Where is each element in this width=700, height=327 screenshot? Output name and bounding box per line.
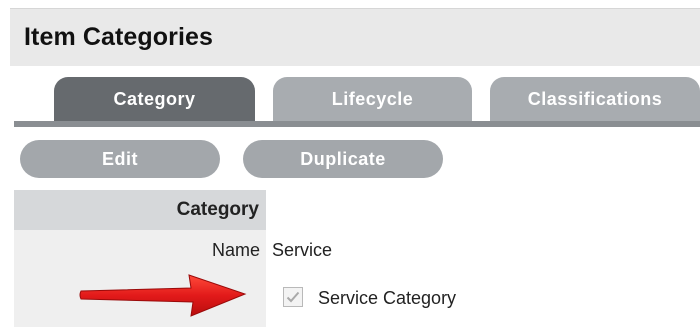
name-value: Service (272, 240, 333, 260)
page-title: Item Categories (24, 23, 214, 51)
name-label: Name (211, 240, 260, 260)
edit-button[interactable]: Edit (20, 140, 220, 178)
top-spacer (0, 0, 700, 8)
checkmark-icon (286, 291, 300, 303)
section-header-label: Category (176, 199, 259, 220)
red-arrow-icon (79, 274, 247, 317)
tab-divider (14, 121, 700, 127)
section-header: Category (14, 190, 266, 230)
title-bar: Item Categories (10, 8, 700, 66)
tab-category[interactable]: Category (54, 77, 255, 121)
service-category-checkbox[interactable] (283, 287, 303, 307)
tab-lifecycle[interactable]: Lifecycle (273, 77, 472, 121)
duplicate-button[interactable]: Duplicate (243, 140, 443, 178)
tab-classifications[interactable]: Classifications (490, 77, 700, 121)
service-category-label: Service Category (318, 288, 457, 308)
item-categories-page: Item Categories Category Lifecycle Class… (0, 0, 700, 327)
